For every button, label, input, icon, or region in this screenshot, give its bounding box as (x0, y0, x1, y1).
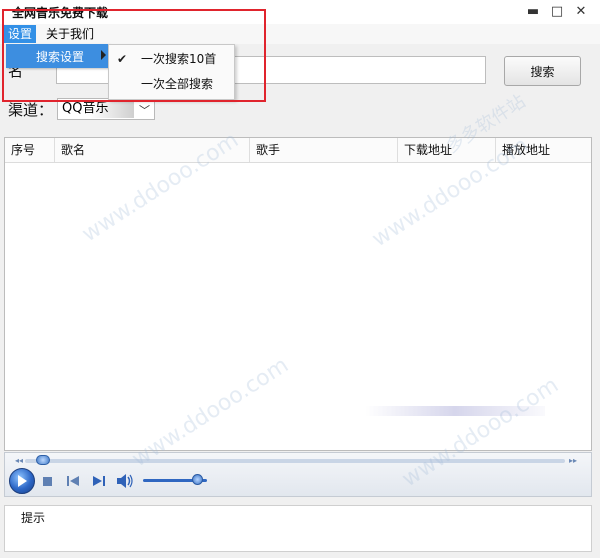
seek-forward-icon[interactable]: ▸▸ (569, 456, 577, 465)
channel-select[interactable]: QQ音乐 ﹀ (57, 98, 155, 120)
menu-settings[interactable]: 设置 (4, 25, 37, 43)
seek-back-icon[interactable]: ◂◂ (15, 456, 23, 465)
previous-icon[interactable] (65, 473, 81, 489)
maximize-icon[interactable]: □ (548, 3, 566, 19)
channel-label: 渠道： (8, 101, 54, 119)
column-header-play-url[interactable]: 播放地址 (496, 138, 591, 162)
close-icon[interactable]: ✕ (572, 3, 590, 19)
channel-selected-value: QQ音乐 (60, 100, 134, 118)
search-settings-popup: ✔ 一次搜索10首 一次全部搜索 (108, 44, 235, 100)
popup-item-label: 一次全部搜索 (141, 77, 214, 91)
next-icon[interactable] (91, 473, 107, 489)
submenu-search-settings-label: 搜索设置 (36, 50, 85, 64)
seek-bar[interactable] (25, 459, 565, 463)
submenu-arrow-icon (101, 50, 106, 60)
submenu-search-settings[interactable]: 搜索设置 (6, 44, 110, 68)
column-header-index[interactable]: 序号 (5, 138, 55, 162)
check-icon: ✔ (117, 52, 128, 66)
stop-icon[interactable] (39, 473, 55, 489)
media-player: ◂◂ ▸▸ (4, 452, 592, 497)
window-title: 全网音乐免费下载 (12, 6, 109, 20)
chevron-down-icon: ﹀ (139, 104, 150, 117)
app-window: 全网音乐免费下载 ▬ □ ✕ 设置 关于我们 名 搜索 渠道： QQ音乐 ﹀ 搜… (0, 0, 600, 558)
title-bar: 全网音乐免费下载 ▬ □ ✕ (0, 0, 600, 24)
volume-icon[interactable] (117, 473, 133, 489)
play-button[interactable] (9, 468, 35, 494)
column-header-song[interactable]: 歌名 (55, 138, 250, 162)
play-icon (18, 475, 27, 487)
decorative-shine (365, 406, 545, 416)
status-box: 提示 (4, 505, 592, 552)
menu-bar: 设置 关于我们 (0, 24, 600, 44)
menu-about[interactable]: 关于我们 (42, 25, 98, 43)
popup-item-label: 一次搜索10首 (141, 52, 217, 66)
popup-item-search-10[interactable]: ✔ 一次搜索10首 (109, 47, 234, 71)
column-header-singer[interactable]: 歌手 (250, 138, 398, 162)
popup-item-search-all[interactable]: 一次全部搜索 (109, 72, 234, 96)
status-label: 提示 (19, 509, 48, 526)
volume-thumb[interactable] (192, 474, 204, 485)
seek-thumb[interactable] (35, 455, 50, 465)
column-header-download-url[interactable]: 下载地址 (398, 138, 496, 162)
search-button[interactable]: 搜索 (504, 56, 581, 86)
results-table[interactable]: 序号 歌名 歌手 下载地址 播放地址 (4, 137, 592, 451)
minimize-icon[interactable]: ▬ (524, 3, 542, 19)
table-header: 序号 歌名 歌手 下载地址 播放地址 (5, 138, 591, 163)
